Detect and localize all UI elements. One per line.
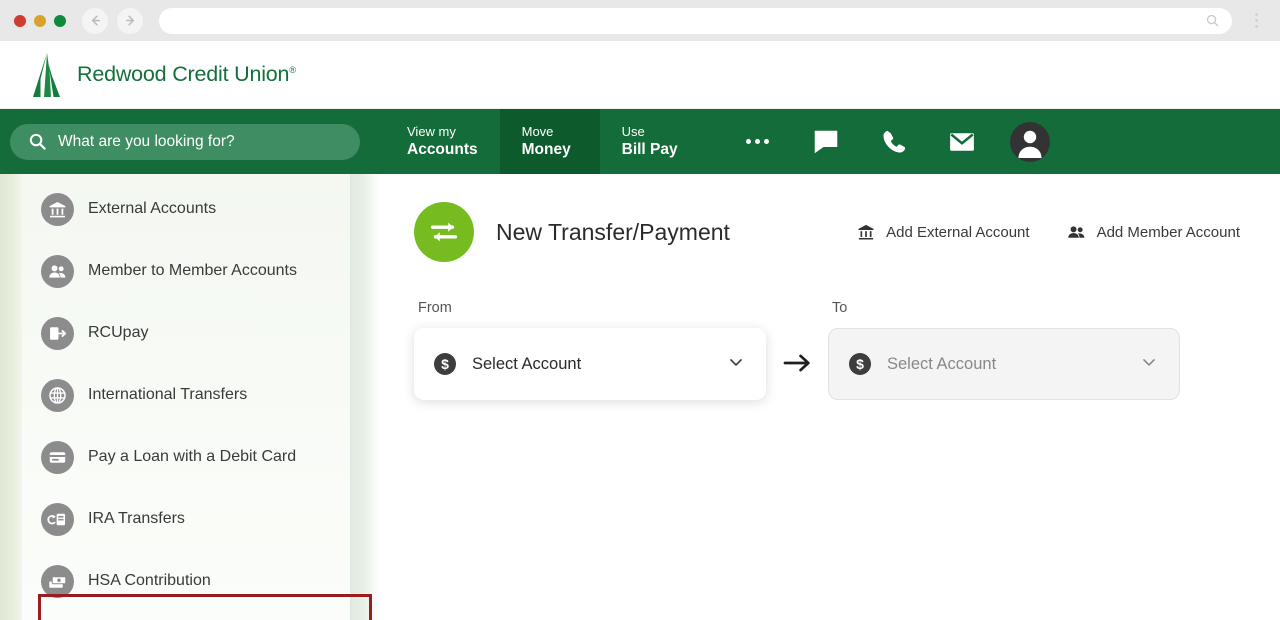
tab-view-my-accounts[interactable]: View my Accounts [385,109,500,174]
brand-name: Redwood Credit Union [77,62,290,86]
add-member-account-button[interactable]: Add Member Account [1066,222,1240,243]
search-icon [1206,14,1219,27]
browser-toolbar [0,0,1280,41]
sidebar-item-hsa-contribution[interactable]: HSA Contribution [22,550,350,612]
nav-tabs: View my Accounts Move Money Use Bill Pay [385,109,700,174]
to-field-group: To $ Select Account [828,300,1180,400]
maximize-window-button[interactable] [54,14,66,27]
phone-icon [883,130,905,152]
action-label: Add External Account [886,223,1030,241]
back-button[interactable] [82,7,108,34]
transfer-arrows-icon [414,202,474,262]
address-bar[interactable] [159,7,1232,34]
tab-line-1: Use [621,123,645,139]
main-panel: New Transfer/Payment Add External Accoun… [380,174,1280,620]
avatar [1009,121,1050,162]
sidebar-item-label: RCUpay [88,324,149,341]
page-title: New Transfer/Payment [496,218,730,245]
from-label: From [418,300,452,316]
mail-icon [949,132,974,151]
sidebar-item-label: HSA Contribution [88,572,211,589]
transfer-form: From $ Select Account To $ Select Accoun… [414,300,1240,400]
trademark-symbol: ® [289,64,296,75]
dollar-coin-icon: $ [849,353,871,375]
more-options-icon [746,139,770,144]
tab-line-2: Money [521,140,571,158]
debit-card-icon [41,440,74,474]
tab-use-bill-pay[interactable]: Use Bill Pay [600,109,700,174]
sidebar-item-label: Member to Member Accounts [88,262,297,279]
chevron-down-icon [1139,352,1159,377]
header-actions: Add External Account Add Member Account [856,222,1240,243]
sidebar-navigation: External Accounts Member to Member Accou… [22,174,372,620]
sidebar-item-rcupay[interactable]: RCUpay [22,302,350,364]
redwood-tree-logo [33,52,60,97]
tab-line-2: Accounts [407,140,478,158]
banknote-icon [41,564,74,598]
sidebar-item-label: IRA Transfers [88,510,185,527]
dollar-coin-icon: $ [434,353,456,375]
add-external-account-button[interactable]: Add External Account [856,222,1030,242]
brand-name-wrapper: Redwood Credit Union® [77,62,296,87]
minimize-window-button[interactable] [34,14,46,27]
page-content: External Accounts Member to Member Accou… [0,174,1280,620]
phone-button[interactable] [860,109,928,174]
more-options-button[interactable] [724,109,792,174]
close-window-button[interactable] [14,14,26,27]
to-label: To [832,300,848,316]
primary-navigation: What are you looking for? View my Accoun… [0,109,1280,174]
from-account-value: Select Account [472,354,582,373]
account-menu-button[interactable] [1009,121,1050,162]
from-field-group: From $ Select Account [414,300,766,400]
tab-line-1: Move [521,123,554,139]
sidebar-item-pay-a-loan-with-a-debit-card[interactable]: Pay a Loan with a Debit Card [22,426,350,488]
sidebar-item-label: International Transfers [88,386,248,403]
sidebar-item-ira-transfers[interactable]: IRA Transfers [22,488,350,550]
left-gradient-strip [0,174,22,620]
sidebar-item-member-to-member-accounts[interactable]: Member to Member Accounts [22,240,350,302]
nav-utility-icons [724,109,1050,174]
brand-logo[interactable]: Redwood Credit Union® [32,52,296,98]
action-label: Add Member Account [1096,223,1240,241]
site-header: Redwood Credit Union® [0,41,1280,109]
sidebar-item-international-transfers[interactable]: International Transfers [22,364,350,426]
tab-line-1: View my [407,123,456,139]
sidebar-edge-shadow [350,174,380,620]
bank-icon [858,224,874,240]
chat-icon [814,130,837,153]
user-icon [1018,130,1042,158]
to-account-value: Select Account [887,354,997,373]
main-header: New Transfer/Payment Add External Accoun… [414,200,1240,264]
bank-icon [41,192,74,226]
sidebar-item-label: External Accounts [88,200,217,217]
chat-button[interactable] [792,109,860,174]
tab-line-2: Bill Pay [621,140,678,158]
ira-transfer-icon [41,502,74,536]
direction-arrow [780,316,814,385]
search-placeholder: What are you looking for? [58,132,235,150]
sidebar-item-external-accounts[interactable]: External Accounts [22,178,350,240]
arrow-right-icon [783,354,810,371]
mail-button[interactable] [928,109,996,174]
browser-menu-button[interactable] [1246,8,1266,34]
forward-button[interactable] [117,7,143,34]
tab-move-money[interactable]: Move Money [499,109,600,174]
people-icon [41,254,74,288]
search-input[interactable]: What are you looking for? [10,123,360,160]
to-account-select[interactable]: $ Select Account [828,328,1180,400]
sidebar-item-label: Pay a Loan with a Debit Card [88,448,297,465]
search-icon [29,133,46,150]
from-account-select[interactable]: $ Select Account [414,328,766,400]
globe-icon [41,378,74,412]
browser-navigation-buttons [82,7,143,34]
chevron-down-icon [726,352,746,377]
people-icon [1067,225,1084,238]
card-send-icon [41,316,74,350]
window-traffic-lights [14,14,66,27]
